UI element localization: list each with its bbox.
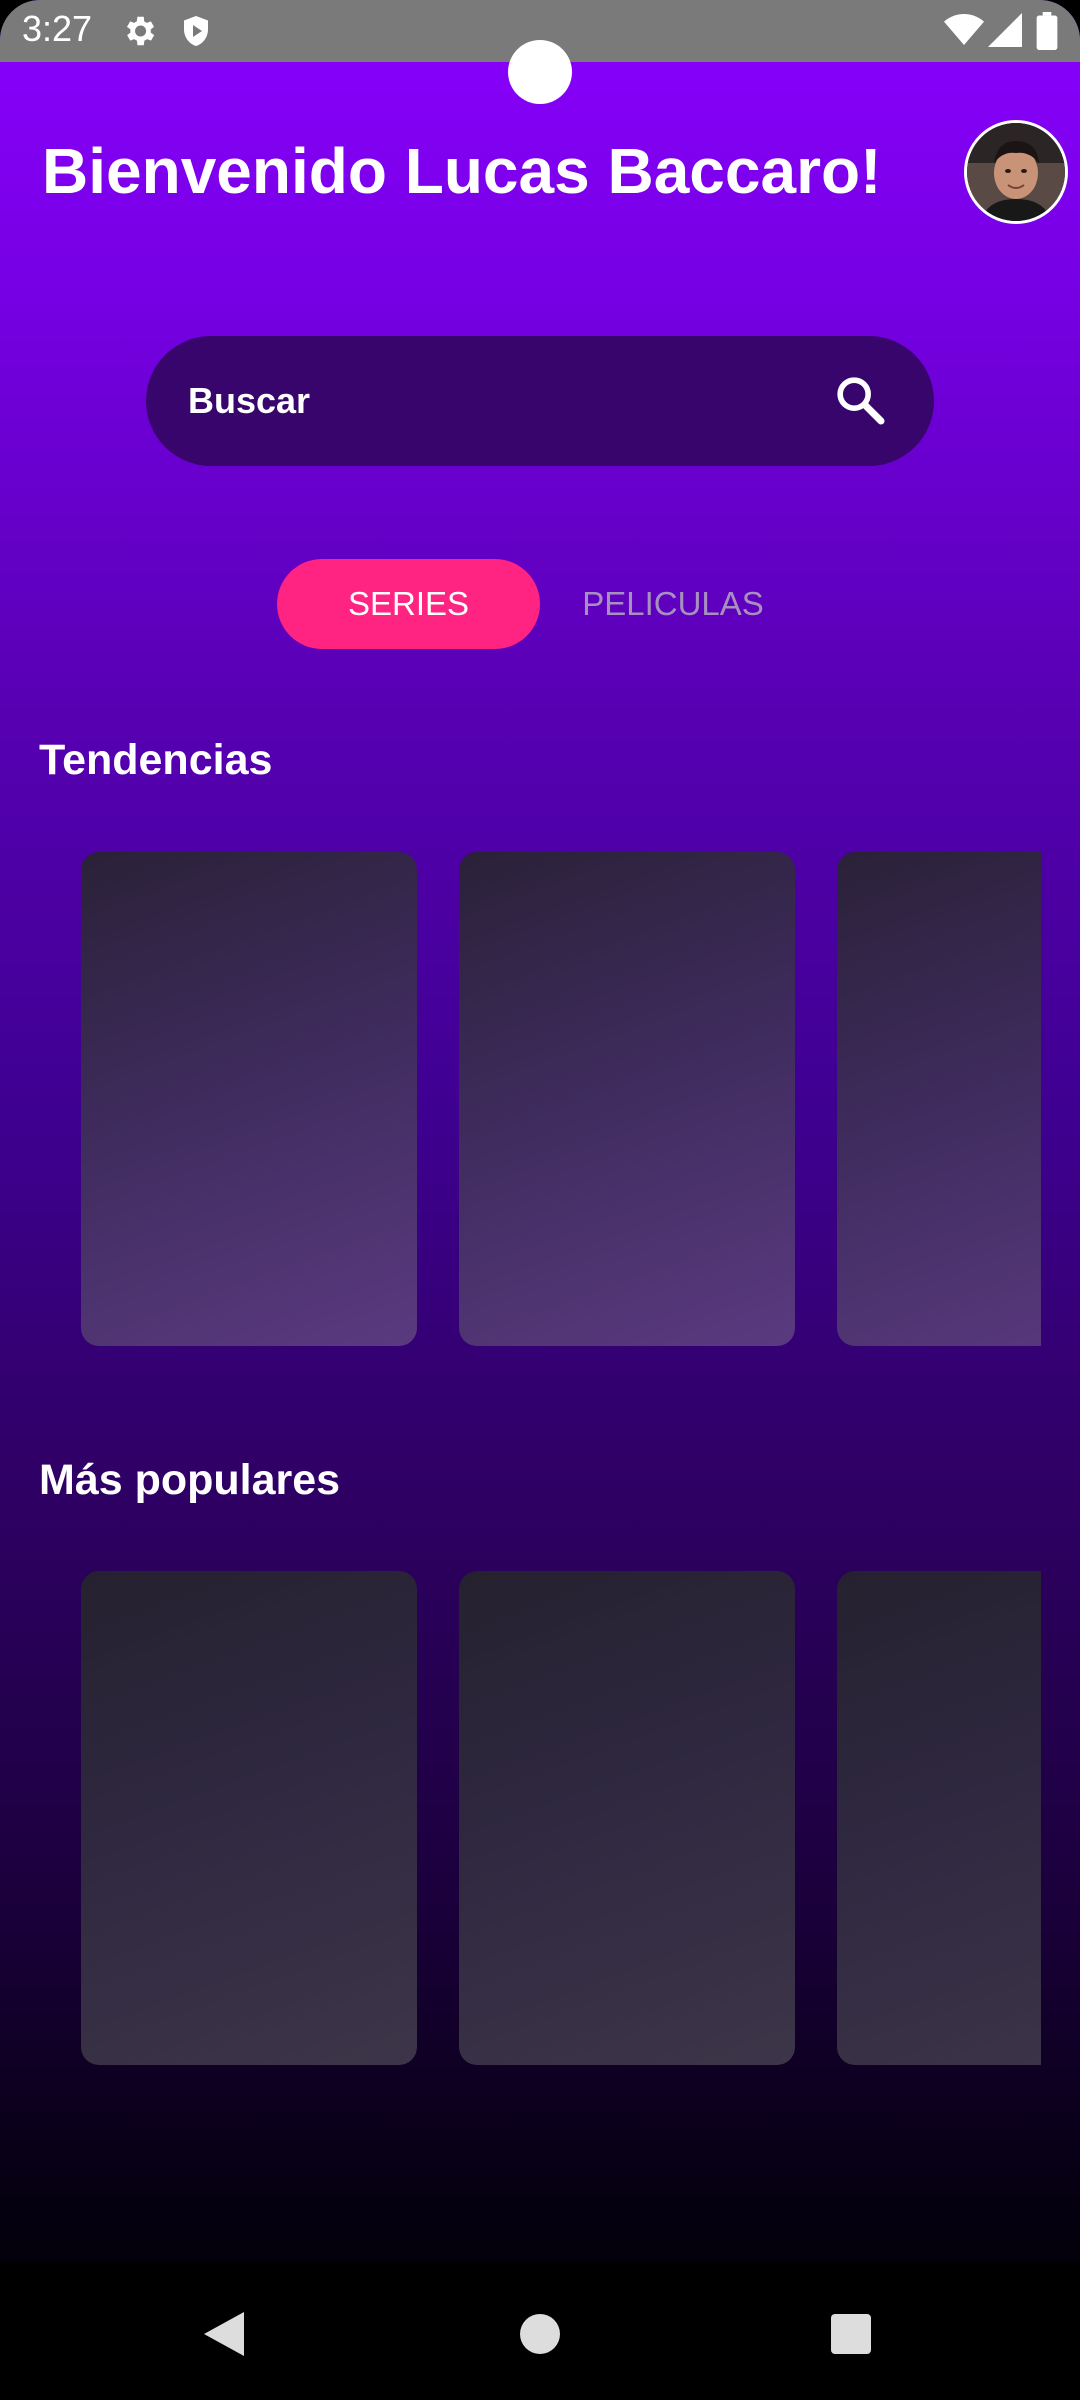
tab-series[interactable]: SERIES — [277, 559, 540, 649]
search-bar — [146, 336, 934, 466]
home-icon[interactable] — [520, 2314, 560, 2354]
profile-photo — [967, 123, 1065, 221]
trending-card[interactable] — [81, 852, 417, 1346]
trending-card[interactable] — [837, 852, 1041, 1346]
back-icon[interactable] — [204, 2312, 244, 2356]
status-time: 3:27 — [22, 8, 93, 49]
signal-icon — [988, 13, 1022, 47]
camera-cutout — [508, 40, 572, 104]
app-screen: 3:27 Bienvenido Lucas Baccaro! Buscar SE… — [0, 0, 1080, 2400]
gear-icon — [126, 16, 155, 46]
recents-icon[interactable] — [831, 2314, 871, 2354]
popular-card[interactable] — [837, 1571, 1041, 2065]
greeting-title: Bienvenido Lucas Baccaro! — [42, 135, 882, 207]
popular-card[interactable] — [459, 1571, 795, 2065]
popular-card[interactable] — [81, 1571, 417, 2065]
search-icon[interactable] — [832, 372, 888, 428]
search-input[interactable] — [188, 376, 788, 426]
trending-card[interactable] — [459, 852, 795, 1346]
popular-carousel[interactable] — [81, 1571, 1041, 2065]
section-title-popular: Más populares — [39, 1456, 341, 1504]
wifi-icon — [944, 14, 984, 45]
shield-icon — [184, 16, 208, 46]
navigation-bar — [0, 2262, 1080, 2400]
battery-icon — [1036, 12, 1058, 50]
avatar[interactable] — [964, 120, 1068, 224]
section-title-trending: Tendencias — [39, 736, 273, 784]
trending-carousel[interactable] — [81, 852, 1041, 1346]
tab-peliculas[interactable]: PELICULAS — [548, 559, 798, 649]
